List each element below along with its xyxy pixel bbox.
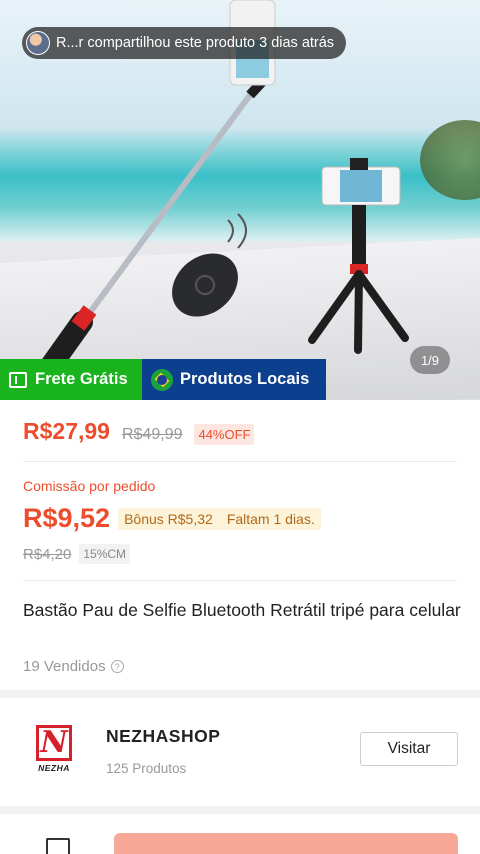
brazil-flag-icon — [151, 368, 173, 391]
divider — [23, 580, 457, 581]
ticket-icon — [9, 371, 27, 388]
original-price: R$49,99 — [121, 426, 183, 443]
commission-label: Comissão por pedido — [23, 478, 156, 494]
divider — [23, 461, 457, 462]
free-shipping-badge: Frete Grátis — [0, 359, 142, 400]
commission-row: R$9,52 Bônus R$5,32 Faltam 1 dias. — [23, 503, 321, 534]
commission-rate-badge: 15%CM — [79, 544, 131, 564]
commission-value: R$9,52 — [23, 503, 111, 533]
shop-logo-letter: N — [36, 725, 72, 761]
local-products-label: Produtos Locais — [180, 370, 310, 388]
product-photo-illustration — [19, 0, 409, 400]
image-counter: 1/9 — [410, 346, 450, 374]
product-info-card: R$27,99 R$49,99 44%OFF Comissão por pedi… — [0, 400, 480, 690]
sharer-avatar — [26, 31, 50, 55]
badges: Frete Grátis Produtos Locais — [0, 359, 326, 400]
share-banner: R...r compartilhou este produto 3 dias a… — [22, 27, 347, 59]
bottom-action-bar — [0, 814, 480, 854]
shop-logo-text: NEZHA — [38, 763, 70, 773]
help-icon[interactable]: ? — [110, 660, 124, 673]
commission-old-value: R$4,20 — [23, 545, 72, 563]
commission-old-row: R$4,20 15%CM — [23, 544, 131, 564]
shop-product-count: 125 Produtos — [106, 761, 187, 776]
bonus-badge: Bônus R$5,32 Faltam 1 dias. — [118, 507, 321, 530]
bonus-remaining: Faltam 1 dias. — [226, 510, 315, 527]
share-banner-text: R...r compartilhou este produto 3 dias a… — [56, 35, 335, 51]
primary-action-button[interactable] — [114, 833, 458, 854]
free-shipping-label: Frete Grátis — [35, 370, 128, 388]
store-icon[interactable] — [46, 838, 70, 854]
product-title: Bastão Pau de Selfie Bluetooth Retrátil … — [23, 600, 461, 620]
bonus-text: Bônus R$5,32 — [124, 510, 213, 527]
sold-count-text: 19 Vendidos — [23, 658, 106, 675]
visit-shop-button[interactable]: Visitar — [360, 732, 458, 766]
sold-count: 19 Vendidos ? — [23, 658, 124, 675]
shop-logo[interactable]: N NEZHA — [34, 725, 74, 775]
product-image[interactable]: R...r compartilhou este produto 3 dias a… — [0, 0, 480, 400]
discount-badge: 44%OFF — [194, 424, 255, 445]
local-products-badge: Produtos Locais — [142, 359, 326, 400]
price-row: R$27,99 R$49,99 44%OFF — [23, 418, 255, 445]
shop-name[interactable]: NEZHASHOP — [106, 726, 220, 747]
current-price: R$27,99 — [23, 418, 110, 444]
shop-card: N NEZHA NEZHASHOP 125 Produtos Visitar — [0, 698, 480, 806]
